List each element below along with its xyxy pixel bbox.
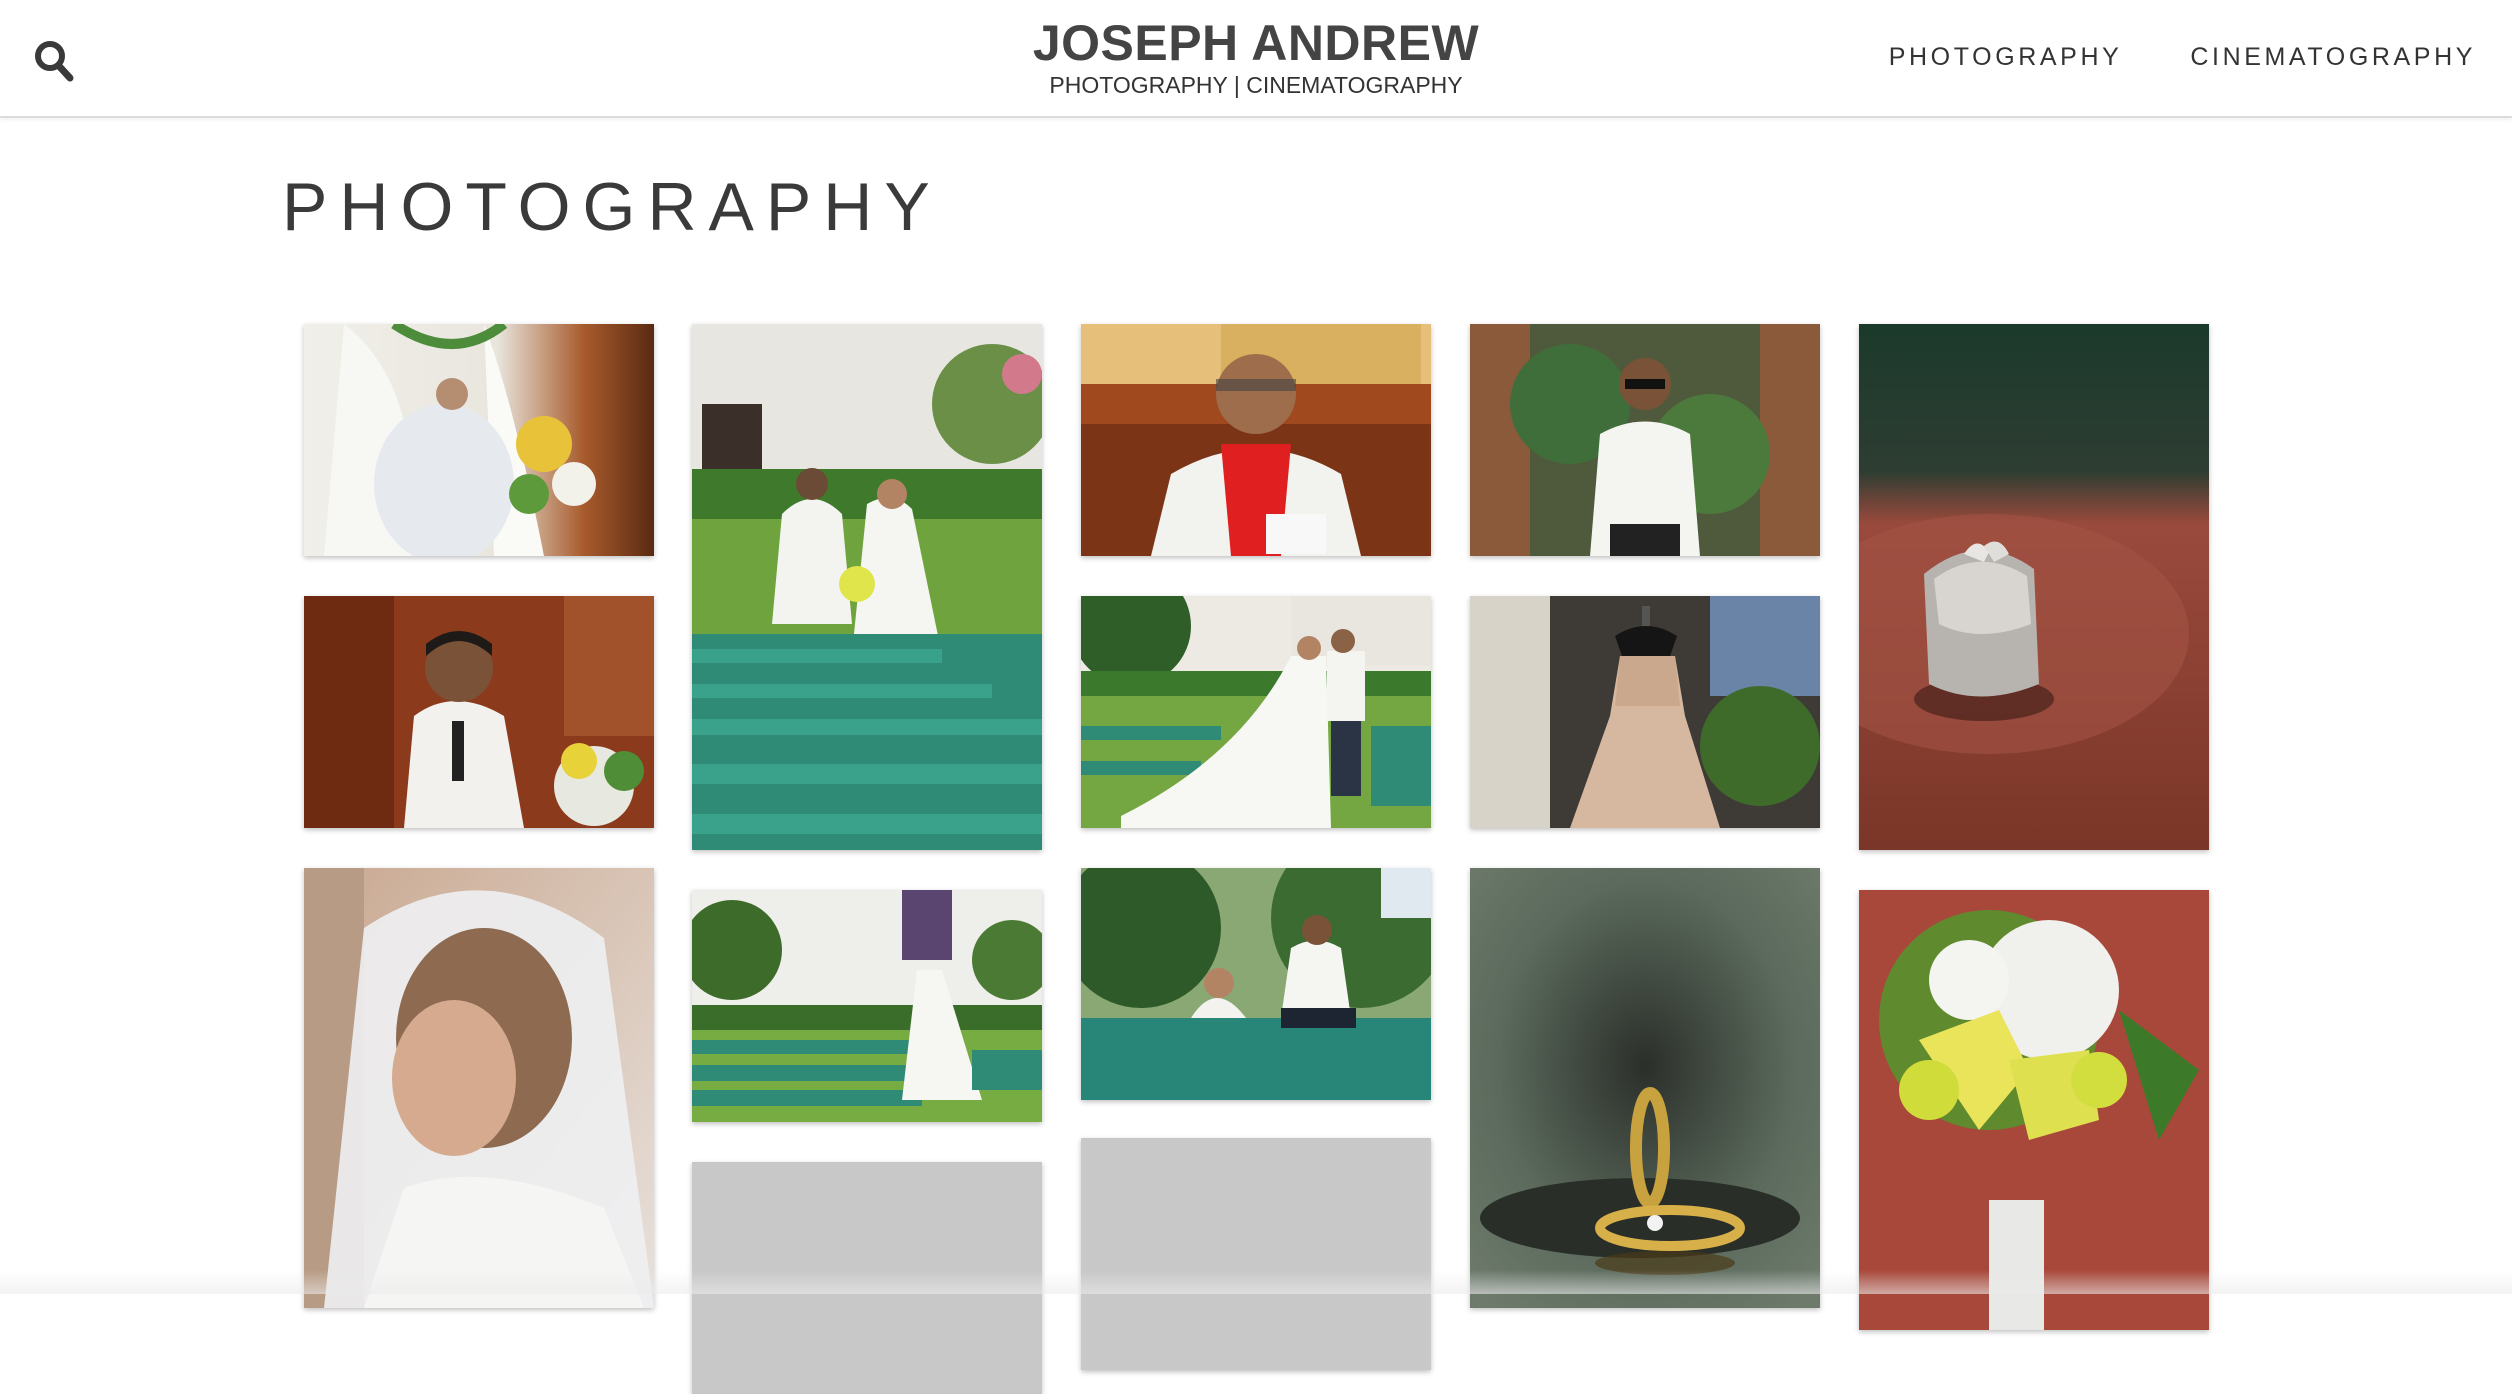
gallery-photo[interactable] <box>1081 868 1431 1100</box>
wedding-rings-photo <box>1470 868 1820 1308</box>
gallery-photo[interactable] <box>304 868 654 1308</box>
couple-garden-long-train-photo <box>1081 596 1431 828</box>
gallery-photo[interactable] <box>692 890 1042 1122</box>
gallery-photo[interactable] <box>692 324 1042 850</box>
wedding-dress-on-mannequin-photo <box>1470 596 1820 828</box>
couple-sitting-bench-photo <box>1081 868 1431 1100</box>
gallery-photo[interactable] <box>1470 324 1820 556</box>
gallery-photo[interactable] <box>304 324 654 556</box>
loading-photo-placeholder <box>692 1162 1042 1394</box>
gallery-photo[interactable] <box>1859 890 2209 1330</box>
gallery-photo[interactable] <box>1859 324 2209 850</box>
gallery-photo[interactable] <box>1081 596 1431 828</box>
photo-gallery <box>0 0 2512 1394</box>
gallery-photo[interactable] <box>1470 868 1820 1308</box>
bride-veil-portrait-photo <box>304 868 654 1308</box>
gallery-photo[interactable] <box>1081 324 1431 556</box>
loading-photo-placeholder <box>1081 1138 1431 1370</box>
bridal-bouquet-photo <box>1859 890 2209 1330</box>
gallery-photo[interactable] <box>1470 596 1820 828</box>
groom-at-altar-photo <box>304 596 654 828</box>
bride-under-arch-photo <box>304 324 654 556</box>
ring-box-photo <box>1859 324 2209 850</box>
groom-sunglasses-photo <box>1470 324 1820 556</box>
couple-in-church-garden-photo <box>692 324 1042 850</box>
couple-church-facade-photo <box>692 890 1042 1122</box>
gallery-photo[interactable] <box>304 596 654 828</box>
priest-red-stole-photo <box>1081 324 1431 556</box>
